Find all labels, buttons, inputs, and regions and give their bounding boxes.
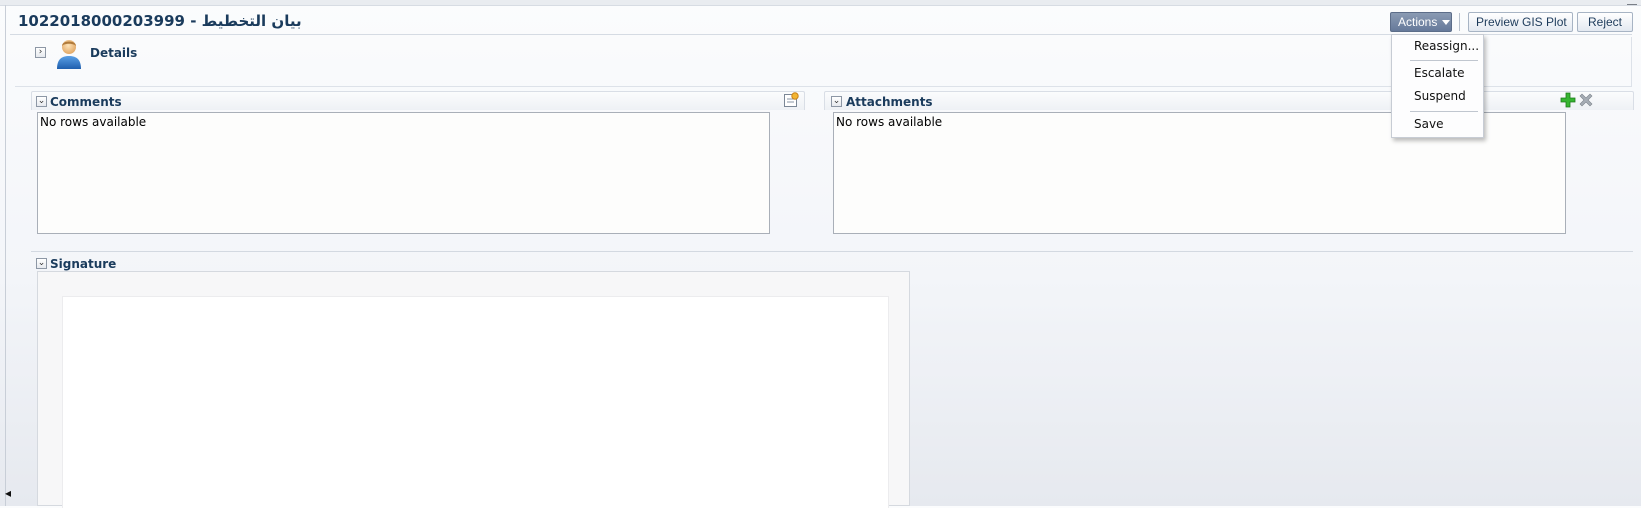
signature-header-line (31, 251, 1633, 252)
comments-collapse-icon[interactable]: ⌄ (36, 96, 47, 107)
splitter-handle-icon[interactable]: ◂ (5, 486, 11, 500)
details-section (15, 37, 1632, 87)
actions-menu: Reassign... Escalate Suspend Save (1391, 34, 1484, 138)
left-border (5, 5, 6, 506)
page-title: 1022018000203999 - بيان التخطيط (18, 12, 302, 30)
corner-mark (1627, 0, 1637, 5)
actions-button[interactable]: Actions (1390, 12, 1452, 32)
menu-item-save[interactable]: Save (1414, 117, 1443, 131)
user-icon (54, 37, 84, 70)
comments-label: Comments (50, 95, 122, 109)
attachments-label: Attachments (846, 95, 933, 109)
top-border (0, 0, 1641, 6)
signature-collapse-icon[interactable]: ⌄ (36, 258, 47, 269)
menu-separator (1410, 60, 1478, 61)
details-expander[interactable]: › (35, 47, 46, 58)
actions-button-label: Actions (1398, 15, 1438, 29)
attachments-empty-text: No rows available (836, 115, 943, 129)
add-comment-icon[interactable] (783, 92, 799, 108)
add-icon[interactable] (1560, 92, 1576, 108)
toolbar-separator (1459, 13, 1460, 31)
comments-table: No rows available (37, 112, 770, 234)
attachments-collapse-icon[interactable]: ⌄ (831, 96, 842, 107)
signature-label: Signature (50, 257, 117, 271)
reject-button[interactable]: Reject (1577, 12, 1633, 32)
comments-empty-text: No rows available (40, 115, 147, 129)
signature-canvas[interactable] (62, 296, 889, 508)
menu-item-suspend[interactable]: Suspend (1414, 89, 1466, 103)
attachments-header (824, 91, 1634, 110)
chevron-down-icon (1442, 20, 1451, 26)
menu-separator (1410, 111, 1478, 112)
title-separator (10, 34, 1632, 35)
preview-gis-plot-button[interactable]: Preview GIS Plot (1468, 12, 1573, 32)
menu-item-reassign[interactable]: Reassign... (1414, 39, 1479, 53)
menu-item-escalate[interactable]: Escalate (1414, 66, 1465, 80)
details-label: Details (90, 46, 138, 60)
delete-icon[interactable] (1578, 92, 1594, 108)
comments-header (31, 91, 805, 110)
signature-frame (37, 271, 910, 508)
